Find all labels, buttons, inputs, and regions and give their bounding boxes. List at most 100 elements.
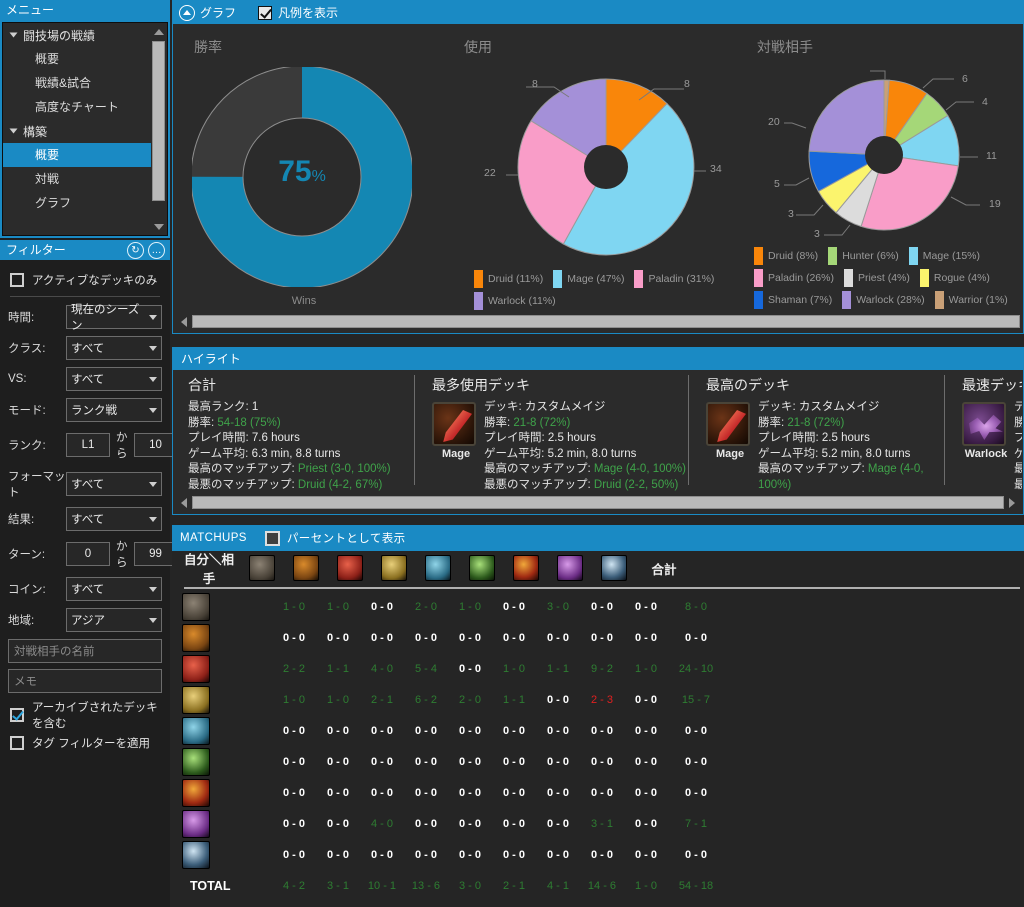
- graph-title: グラフ: [200, 6, 237, 20]
- ellipsis-icon[interactable]: …: [148, 242, 165, 259]
- legend-label: Warrior (1%): [948, 294, 1008, 306]
- scroll-thumb[interactable]: [192, 496, 1004, 509]
- filter-select-vs[interactable]: すべて: [66, 367, 162, 391]
- highlight-line: 勝率: 54-18 (75%): [188, 416, 281, 429]
- show-percent-checkbox[interactable]: [264, 530, 280, 546]
- cell: 0 - 0: [370, 848, 393, 861]
- cell: 3 - 1: [590, 817, 613, 830]
- opp-label-priest: 3: [814, 228, 820, 240]
- scroll-thumb[interactable]: [192, 315, 1020, 328]
- highlights-panel: ハイライト 合計 最高ランク: 1 勝率: 54-18 (75%) プレイ時間:…: [172, 347, 1024, 515]
- filter-select-result[interactable]: すべて: [66, 507, 162, 531]
- tree-item-arena-charts[interactable]: 高度なチャート: [3, 95, 153, 119]
- filter-select-format[interactable]: すべて: [66, 472, 162, 496]
- graph-horizontal-scrollbar[interactable]: [176, 314, 1020, 329]
- cell: 1 - 0: [634, 662, 657, 675]
- highlights-horizontal-scrollbar[interactable]: [176, 495, 1020, 510]
- legend-item: Rogue (4%): [919, 269, 990, 287]
- class-icon-hunter: [284, 554, 328, 582]
- highlight-line: ゲーム平均: 5.2 min, 8.0 turns: [758, 447, 911, 460]
- apply-tag-filter-checkbox[interactable]: [10, 736, 24, 750]
- show-legend-checkbox[interactable]: [258, 5, 273, 20]
- cell-total: 0 - 0: [684, 724, 707, 737]
- apply-tag-filter-row[interactable]: タグ フィルターを適用: [10, 735, 162, 751]
- cell: 1 - 0: [326, 600, 349, 613]
- deck-class-name: Mage: [441, 448, 471, 460]
- filter-turns-from[interactable]: 0: [66, 542, 110, 566]
- opponent-name-input[interactable]: 対戦相手の名前: [8, 639, 162, 663]
- scroll-left-button[interactable]: [176, 314, 192, 329]
- cell: 0 - 0: [590, 724, 613, 737]
- opponents-pie-chart: [784, 70, 980, 236]
- filter-select-coin[interactable]: すべて: [66, 577, 162, 601]
- legend-item: Paladin (26%): [754, 269, 834, 287]
- memo-input[interactable]: メモ: [8, 669, 162, 693]
- scroll-up-button[interactable]: [151, 24, 166, 39]
- highlight-line: プレイ時間: 2.5 hours: [484, 432, 596, 444]
- tree-group-constructed[interactable]: 構築: [3, 119, 153, 143]
- deck-icon-mage: [432, 402, 476, 446]
- table-row: 0 - 0 0 - 0 0 - 0 0 - 0 0 - 0 0 - 0 0 - …: [178, 622, 1024, 653]
- cell: 4 - 0: [370, 817, 393, 830]
- opp-label-hunter: 4: [982, 96, 988, 108]
- cell: 0 - 0: [458, 786, 481, 799]
- cell-total: 8 - 0: [684, 600, 707, 613]
- filter-rank-from[interactable]: L1: [66, 433, 110, 457]
- include-archived-row[interactable]: アーカイブされたデッキを含む: [10, 699, 162, 731]
- filter-turns-to[interactable]: 99: [133, 542, 178, 566]
- highlight-line: 最高のマッチアップ: Priest (3-0, 100%): [188, 463, 391, 475]
- legend-label: Priest (4%): [857, 272, 910, 284]
- class-icon-druid: [240, 554, 284, 582]
- cell: 4 - 0: [370, 662, 393, 675]
- refresh-icon[interactable]: ↻: [127, 242, 144, 259]
- cell: 0 - 0: [590, 631, 613, 644]
- tree-item-constructed-graph[interactable]: グラフ: [3, 191, 153, 215]
- tree-item-arena-records[interactable]: 戦績&試合: [3, 71, 153, 95]
- usage-label-mage: 34: [710, 163, 722, 175]
- scroll-down-button[interactable]: [151, 219, 166, 234]
- filter-select-mode[interactable]: ランク戦: [66, 398, 162, 422]
- filter-select-class[interactable]: すべて: [66, 336, 162, 360]
- cell: 2 - 0: [458, 693, 481, 706]
- active-decks-only-row[interactable]: アクティブなデッキのみ: [10, 272, 162, 288]
- row-class-icon-mage: [178, 654, 214, 683]
- active-decks-only-checkbox[interactable]: [10, 273, 24, 287]
- tree-item-constructed-matches[interactable]: 対戦: [3, 167, 153, 191]
- chevron-down-icon: [149, 586, 157, 592]
- highlight-card-title: 最速デッキ: [962, 377, 1022, 393]
- chevron-up-circle-icon[interactable]: [179, 4, 195, 21]
- tree-group-arena[interactable]: 闘技場の戦績: [3, 23, 153, 47]
- cell: 0 - 0: [546, 817, 569, 830]
- cell: 0 - 0: [458, 662, 481, 675]
- filter-row-class: クラス: すべて: [8, 336, 162, 360]
- include-archived-checkbox[interactable]: [10, 708, 24, 722]
- scroll-right-button[interactable]: [1004, 495, 1020, 510]
- filter-select-time[interactable]: 現在のシーズン: [66, 304, 162, 332]
- cell: 0 - 0: [370, 755, 393, 768]
- table-row: 2 - 2 1 - 1 4 - 0 5 - 4 0 - 0 1 - 0 1 - …: [178, 653, 1024, 684]
- legend-label: Paladin (26%): [768, 272, 834, 284]
- cell: 0 - 0: [282, 755, 305, 768]
- graph-panel: グラフ 凡例を表示 勝率 75% Wins 使用 8 8 34 22 Druid…: [172, 0, 1024, 334]
- deck-class-name: Warlock: [964, 448, 1008, 460]
- highlight-card-inner: 最高ランク: 1 勝率: 54-18 (75%) プレイ時間: 7.6 hour…: [188, 400, 410, 493]
- matchups-panel: MATCHUPS パーセントとして表示 自分＼相手 合計 1 - 0 1 - 0…: [172, 525, 1024, 907]
- legend-item: Mage (15%): [908, 247, 980, 265]
- filter-rank-to[interactable]: 10: [133, 433, 178, 457]
- tree-item-arena-overview[interactable]: 概要: [3, 47, 153, 71]
- filter-select-region[interactable]: アジア: [66, 608, 162, 632]
- highlight-card-inner: Mage デッキ: カスタムメイジ 勝率: 21-8 (72%) プレイ時間: …: [706, 400, 946, 493]
- arrow-left-icon: [181, 497, 187, 508]
- chart-title-winrate: 勝率: [194, 39, 222, 55]
- scroll-thumb[interactable]: [152, 41, 165, 201]
- cell-total: 0 - 0: [684, 848, 707, 861]
- filter-value-vs: すべて: [71, 374, 105, 386]
- tree-item-constructed-overview[interactable]: 概要: [3, 143, 153, 167]
- cell: 0 - 0: [282, 724, 305, 737]
- menu-scrollbar[interactable]: [151, 24, 166, 234]
- cell: 0 - 0: [458, 631, 481, 644]
- filter-label-vs: VS:: [8, 373, 27, 385]
- cell: 3 - 0: [458, 879, 481, 892]
- scroll-left-button[interactable]: [176, 495, 192, 510]
- cell: 0 - 0: [414, 848, 437, 861]
